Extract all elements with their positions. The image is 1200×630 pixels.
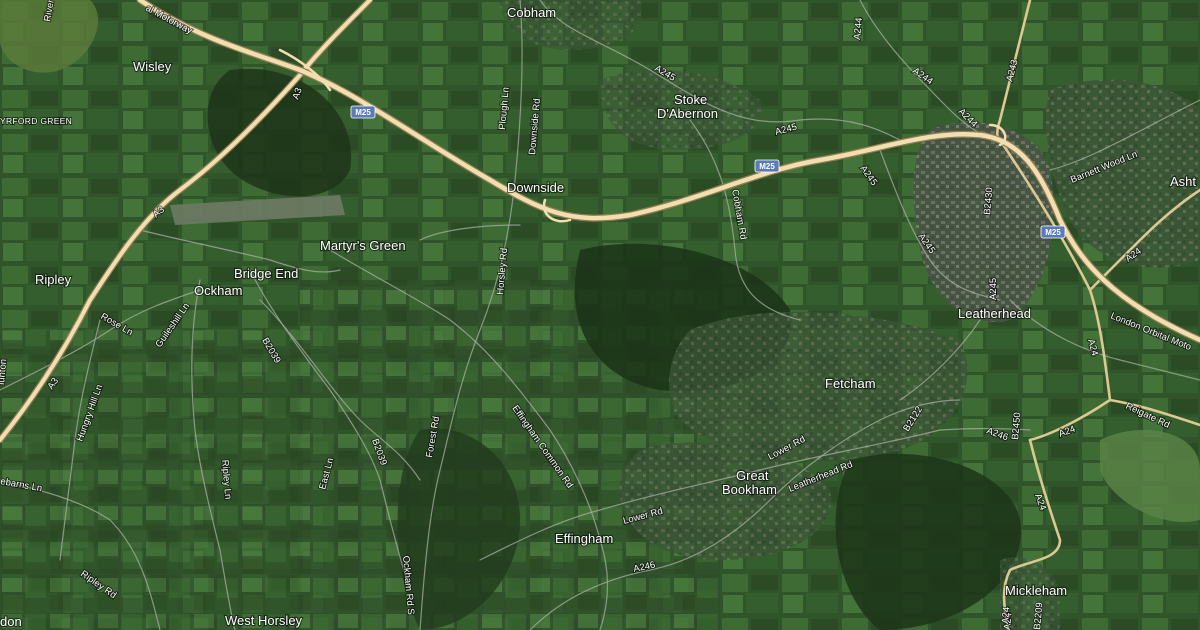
- place-label-ripley[interactable]: Ripley: [34, 271, 73, 288]
- urban-fetcham: [669, 311, 968, 460]
- motorway-shield-label: M25: [1045, 228, 1061, 237]
- place-label-ashtead[interactable]: Asht: [1169, 173, 1198, 190]
- road-label-a244-north: A244: [852, 17, 865, 40]
- m25-shield-centre[interactable]: M25: [754, 159, 780, 173]
- motorway-shield-label: M25: [759, 162, 775, 171]
- place-label-downside[interactable]: Downside: [506, 179, 565, 196]
- place-label-leatherhead[interactable]: Leatherhead: [957, 305, 1032, 322]
- place-label-wisley[interactable]: Wisley: [132, 58, 173, 75]
- road-label-a245-leatherhead: A245: [988, 278, 999, 300]
- place-label-west-horsley[interactable]: West Horsley: [224, 612, 304, 629]
- place-label-dabernon[interactable]: D'Abernon: [656, 105, 719, 122]
- satellite-map[interactable]: M25 M25 M25 al Motorway River A3 A3 A3 P…: [0, 0, 1200, 630]
- place-label-bookham[interactable]: Bookham: [721, 481, 778, 498]
- place-label-mickleham[interactable]: Mickleham: [1004, 582, 1068, 599]
- place-label-cobham[interactable]: Cobham: [506, 4, 557, 21]
- m25-shield-east[interactable]: M25: [1040, 225, 1066, 239]
- place-label-martyrs-green[interactable]: Martyr's Green: [319, 237, 407, 254]
- m25-shield-west[interactable]: M25: [350, 105, 376, 119]
- place-label-fetcham[interactable]: Fetcham: [824, 375, 877, 392]
- place-label-london-edge[interactable]: don: [0, 613, 23, 630]
- road-label-mickleham-a24: A24: [1000, 606, 1012, 624]
- motorway-shield-label: M25: [355, 108, 371, 117]
- map-canvas[interactable]: M25 M25 M25 al Motorway River A3 A3 A3 P…: [0, 0, 1200, 630]
- place-label-stoke[interactable]: Stoke: [673, 91, 708, 108]
- place-label-ockham[interactable]: Ockham: [193, 282, 244, 299]
- place-label-bridge-end[interactable]: Bridge End: [233, 265, 300, 282]
- place-label-great[interactable]: Great: [735, 467, 770, 484]
- place-label-effingham[interactable]: Effingham: [554, 530, 614, 547]
- place-label-pyrford-green[interactable]: YRFORD GREEN: [0, 115, 73, 127]
